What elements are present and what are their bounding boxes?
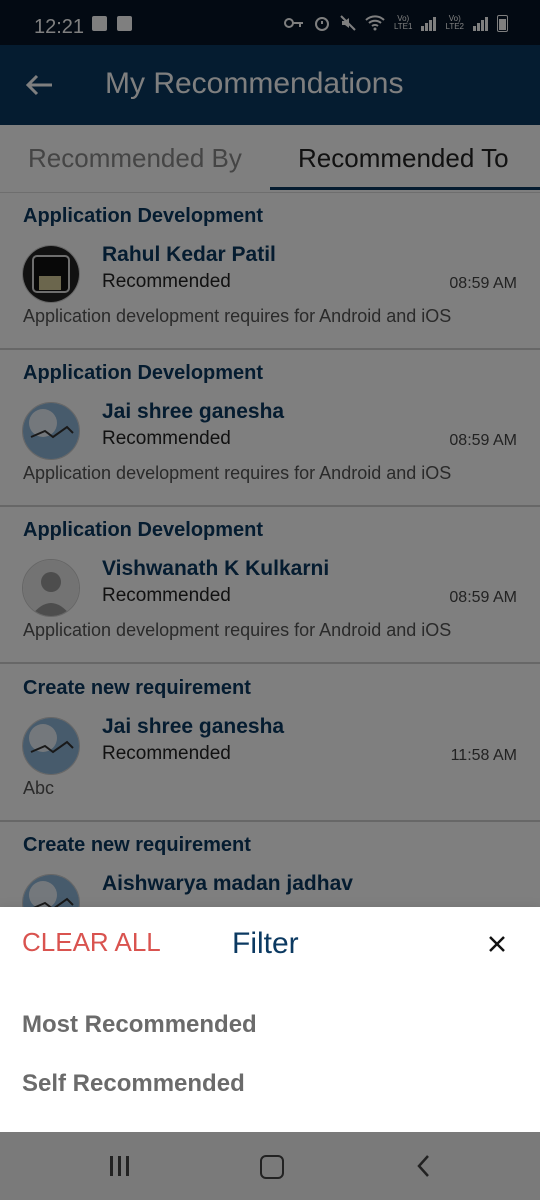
filter-option-most-recommended[interactable]: Most Recommended (22, 1011, 257, 1039)
filter-option-self-recommended[interactable]: Self Recommended (22, 1070, 245, 1098)
nav-back-icon[interactable] (414, 1154, 434, 1178)
clear-all-button[interactable]: CLEAR ALL (22, 927, 161, 958)
filter-options: Most Recommended Self Recommended (0, 979, 540, 1132)
system-nav-bar (0, 1132, 540, 1200)
home-icon[interactable] (260, 1155, 284, 1179)
recent-apps-icon[interactable] (110, 1156, 132, 1176)
close-icon[interactable] (485, 932, 509, 956)
filter-sheet-header: CLEAR ALL Filter (0, 907, 540, 979)
filter-title: Filter (232, 927, 299, 960)
